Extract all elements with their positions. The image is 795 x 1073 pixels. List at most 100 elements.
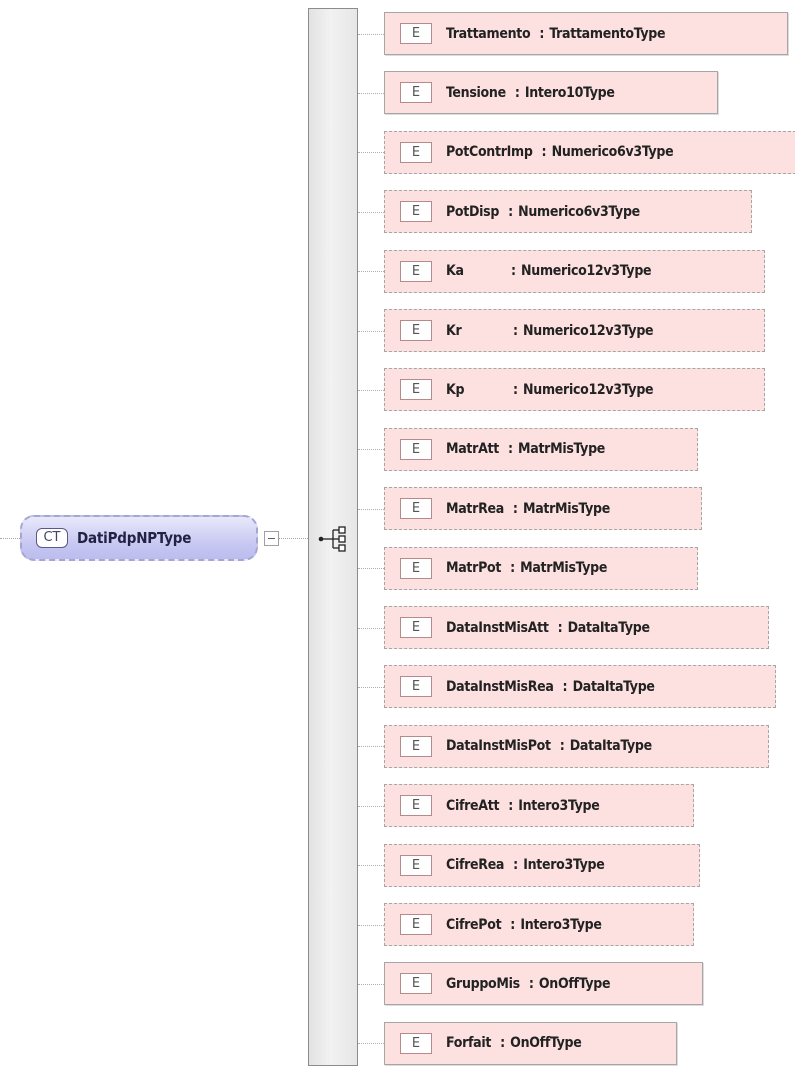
type-separator: : [513, 381, 519, 398]
element-badge: E [400, 23, 432, 44]
element-connector [358, 330, 384, 332]
element-badge: E [400, 617, 432, 638]
element-connector [358, 271, 384, 273]
type-separator: : [541, 144, 547, 161]
element-box[interactable]: E DataInstMisAtt: DataItaType [384, 606, 769, 649]
element-name: DataInstMisRea [446, 678, 554, 695]
type-separator: : [508, 203, 514, 220]
element-badge: E [400, 735, 432, 757]
element-type: Intero3Type [520, 916, 602, 933]
element-name: DataInstMisAtt [446, 619, 549, 636]
element-type: Numerico12v3Type [521, 263, 652, 280]
element-type: Numerico12v3Type [523, 381, 654, 398]
element-badge: E [400, 260, 432, 282]
element-name: Kp [446, 381, 465, 398]
element-badge: E [400, 557, 432, 579]
element-box[interactable]: E DataInstMisRea: DataItaType [384, 665, 776, 709]
element-type: Intero3Type [518, 797, 600, 814]
element-box[interactable]: E GruppoMis: OnOffType [384, 962, 703, 1006]
sequence-compositor-icon[interactable] [318, 525, 348, 553]
element-box[interactable]: E Kr: Numerico12v3Type [384, 309, 765, 352]
element-name: GruppoMis [446, 975, 520, 992]
element-name: Forfait [446, 1035, 492, 1052]
element-connector [358, 686, 384, 688]
type-separator: : [511, 263, 517, 280]
complex-type-box[interactable]: CT DatiPdpNPType [20, 515, 258, 561]
element-connector [358, 33, 384, 35]
type-separator: : [528, 975, 534, 992]
element-name: MatrPot [446, 560, 502, 577]
element-name: MatrAtt [446, 441, 499, 458]
complex-type-name: DatiPdpNPType [77, 529, 192, 547]
element-type: Intero3Type [523, 857, 605, 874]
element-badge: E [400, 795, 432, 817]
element-badge: E [400, 201, 432, 223]
element-badge: E [400, 676, 432, 698]
element-name: MatrRea [446, 500, 504, 517]
element-type: MatrMisType [518, 441, 606, 458]
type-separator: : [507, 441, 514, 458]
element-box[interactable]: E MatrPot: MatrMisType [384, 546, 698, 590]
type-separator: : [557, 619, 563, 636]
element-connector [358, 1043, 384, 1045]
element-box[interactable]: E DataInstMisPot: DataItaType [384, 724, 769, 768]
element-box[interactable]: E CifreRea: Intero3Type [384, 843, 700, 887]
element-connector [358, 924, 384, 926]
element-connector [358, 865, 384, 867]
element-type: OnOffType [510, 1035, 582, 1052]
element-box[interactable]: E CifrePot: Intero3Type [384, 903, 694, 946]
element-badge: E [400, 498, 432, 520]
element-connector [358, 92, 384, 94]
element-name: CifreAtt [446, 797, 500, 814]
element-type: TrattamentoType [549, 25, 666, 42]
type-separator: : [510, 560, 516, 577]
element-name: Ka [446, 263, 464, 280]
type-separator: : [562, 678, 568, 695]
minus-box-icon[interactable] [264, 531, 279, 546]
element-box[interactable]: E Tensione: Intero10Type [384, 71, 718, 115]
element-type: MatrMisType [520, 560, 608, 577]
element-type: Numerico12v3Type [523, 322, 654, 339]
element-type: Intero10Type [524, 84, 615, 101]
element-badge: E [400, 973, 432, 995]
element-badge: E [400, 914, 432, 935]
element-box[interactable]: E CifreAtt: Intero3Type [384, 784, 694, 828]
element-type: DataItaType [567, 619, 650, 636]
element-box[interactable]: E Ka: Numerico12v3Type [384, 249, 765, 293]
element-box[interactable]: E Forfait: OnOffType [384, 1021, 677, 1065]
element-badge: E [400, 320, 432, 341]
element-connector [358, 568, 384, 570]
element-connector [358, 746, 384, 748]
element-box[interactable]: E Kp: Numerico12v3Type [384, 368, 765, 412]
element-badge: E [400, 1032, 432, 1054]
element-type: DataItaType [569, 738, 652, 755]
type-separator: : [513, 857, 519, 874]
type-separator: : [510, 916, 516, 933]
element-badge: E [400, 379, 432, 401]
type-separator: : [559, 738, 565, 755]
complex-type-badge: CT [36, 528, 68, 548]
element-box[interactable]: E Trattamento: TrattamentoType [384, 12, 788, 55]
type-separator: : [512, 500, 518, 517]
incoming-connector [0, 538, 20, 539]
type-separator: : [513, 322, 519, 339]
element-box[interactable]: E PotDisp: Numerico6v3Type [384, 190, 752, 234]
element-name: PotDisp [446, 203, 500, 220]
element-badge: E [400, 438, 432, 460]
element-type: Numerico6v3Type [551, 144, 674, 161]
element-box[interactable]: E MatrRea: MatrMisType [384, 487, 702, 531]
element-badge: E [400, 854, 432, 876]
element-connector [358, 983, 384, 985]
element-name: Trattamento [446, 25, 531, 42]
element-box[interactable]: E MatrAtt: MatrMisType [384, 427, 698, 471]
element-name: CifreRea [446, 857, 505, 874]
element-box[interactable]: E PotContrImp: Numerico6v3Type [384, 130, 795, 174]
element-connector [358, 508, 384, 510]
element-badge: E [400, 141, 432, 163]
element-name: Kr [446, 322, 462, 339]
element-name: Tensione [446, 84, 506, 101]
type-separator: : [508, 797, 514, 814]
element-connector [358, 389, 384, 391]
element-type: DataItaType [572, 678, 655, 695]
element-connector [358, 627, 384, 629]
